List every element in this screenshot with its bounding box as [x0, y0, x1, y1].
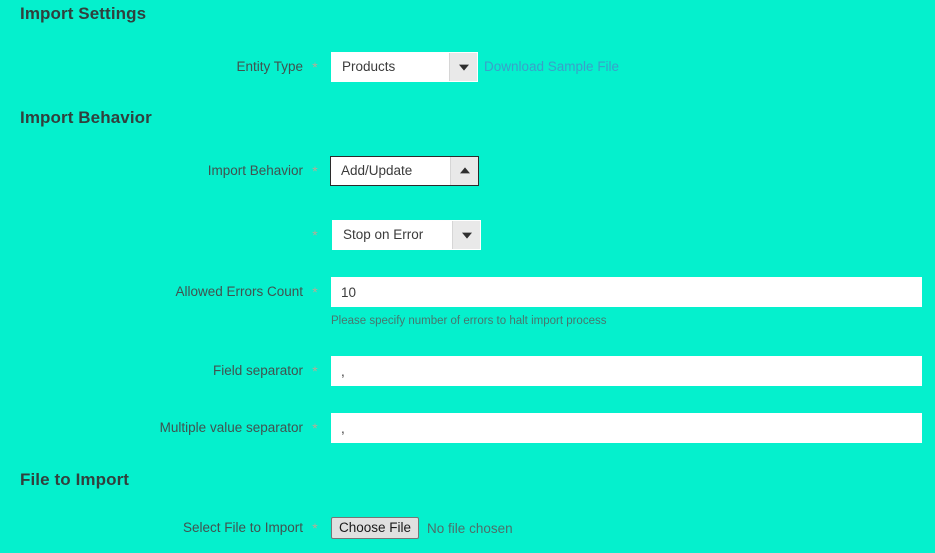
multiple-value-separator-required-marker: * [312, 420, 318, 436]
allowed-errors-count-note: Please specify number of errors to halt … [331, 315, 607, 327]
chevron-up-icon [459, 167, 470, 174]
allowed-errors-count-label: Allowed Errors Count [175, 284, 303, 299]
file-chosen-status: No file chosen [427, 520, 513, 536]
select-file-to-import-label: Select File to Import [182, 520, 303, 535]
section-title-import-behavior: Import Behavior [20, 108, 152, 127]
import-page: Import Settings Entity Type * Products D… [0, 0, 935, 553]
choose-file-button[interactable]: Choose File [331, 517, 420, 539]
field-row-allowed-errors-count: Allowed Errors Count * [0, 277, 935, 307]
entity-type-label: Entity Type [236, 59, 303, 74]
field-row-error-handling: * Stop on Error [0, 220, 935, 250]
import-behavior-required-marker: * [312, 163, 318, 179]
field-row-entity-type: Entity Type * Products Download Sample F… [0, 52, 935, 82]
chevron-down-icon [458, 64, 469, 71]
import-behavior-dropdown-button[interactable] [450, 157, 478, 185]
error-handling-dropdown-button[interactable] [452, 221, 480, 249]
import-behavior-select[interactable]: Add/Update [330, 156, 479, 186]
error-handling-selected-value: Stop on Error [343, 227, 424, 242]
entity-type-select[interactable]: Products [331, 52, 478, 82]
select-file-to-import-required-marker: * [312, 520, 318, 536]
field-separator-input[interactable] [331, 356, 922, 386]
download-sample-file-link[interactable]: Download Sample File [484, 52, 619, 82]
section-title-import-settings: Import Settings [20, 4, 147, 23]
multiple-value-separator-input[interactable] [331, 413, 922, 443]
entity-type-selected-value: Products [342, 59, 396, 74]
field-row-select-file-to-import: Select File to Import * Choose File No f… [0, 513, 935, 543]
field-separator-required-marker: * [312, 363, 318, 379]
field-row-field-separator: Field separator * [0, 356, 935, 386]
entity-type-dropdown-button[interactable] [449, 53, 477, 81]
chevron-down-icon [461, 232, 472, 239]
allowed-errors-count-required-marker: * [312, 284, 318, 300]
entity-type-required-marker: * [312, 59, 318, 75]
error-handling-required-marker: * [312, 227, 318, 243]
import-behavior-selected-value: Add/Update [341, 163, 413, 178]
field-row-import-behavior: Import Behavior * Add/Update [0, 156, 935, 186]
allowed-errors-count-input[interactable] [331, 277, 922, 307]
field-separator-label: Field separator [212, 363, 303, 378]
import-behavior-label: Import Behavior [207, 163, 303, 178]
file-input-wrapper[interactable]: Choose File No file chosen [331, 513, 513, 543]
multiple-value-separator-label: Multiple value separator [159, 420, 303, 435]
section-title-file-to-import: File to Import [20, 470, 130, 489]
error-handling-select[interactable]: Stop on Error [332, 220, 481, 250]
field-row-multiple-value-separator: Multiple value separator * [0, 413, 935, 443]
